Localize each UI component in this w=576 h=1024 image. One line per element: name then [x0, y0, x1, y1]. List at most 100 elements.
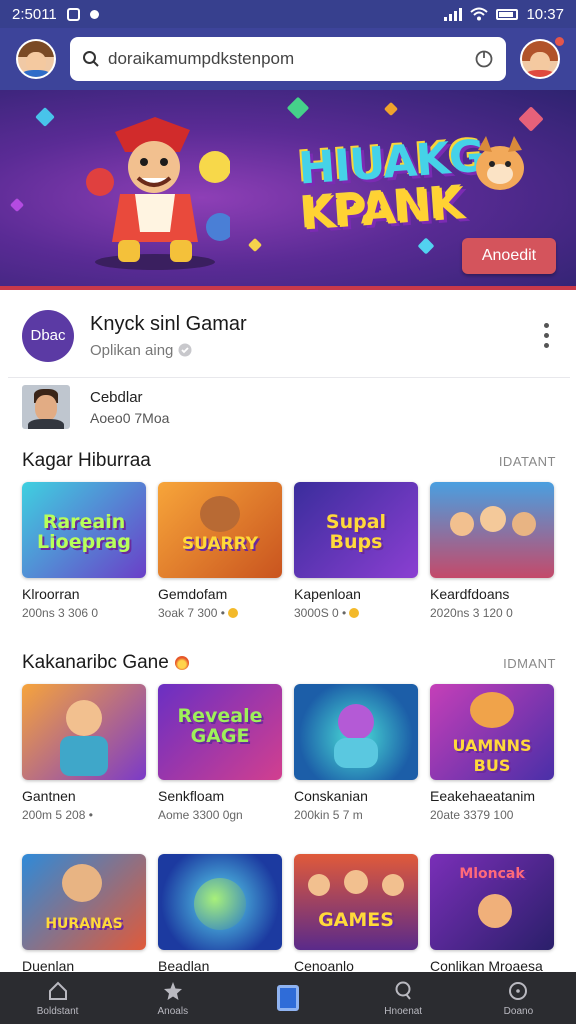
gem-decoration [9, 197, 25, 213]
nav-item-nearby[interactable]: Hnoenat [346, 972, 461, 1024]
game-name: Gantnen [22, 788, 76, 804]
game-meta: 3000S 0 • [294, 606, 418, 620]
game-tile[interactable]: Supal Bups Kapenloan 3000S 0 • [294, 482, 418, 620]
status-time: 2:5011 [12, 5, 57, 23]
game-name: Gemdofam [158, 586, 228, 602]
developer-row[interactable]: Cebdlar Aoeo0 7Moa [22, 384, 542, 430]
section-see-all-link[interactable]: IDMANT [503, 656, 556, 671]
game-thumbnail: GAMES [294, 854, 418, 950]
wifi-icon [470, 7, 489, 21]
game-tile[interactable]: Mloncak Conlikan Mroaesa [430, 854, 554, 974]
nav-item-awards[interactable]: Anoals [115, 972, 230, 1024]
search-bar[interactable]: doraikamumpdkstenpom [70, 37, 506, 81]
power-icon[interactable] [474, 49, 494, 69]
game-info-card[interactable]: Dbac Knyck sinl Gamar Oplikan aing [8, 294, 570, 378]
game-meta: 200kin 5 7 m [294, 808, 363, 822]
profile-avatar-wrap[interactable] [520, 37, 564, 79]
game-thumbnail: HURANAS [22, 854, 146, 950]
game-tile[interactable]: Keardfdoans 2020ns 3 120 0 [430, 482, 554, 620]
verified-icon [178, 343, 192, 357]
game-meta: 200ns 3 306 0 [22, 606, 99, 620]
bottom-navigation: Boldstant Anoals Hnoenat Doano [0, 972, 576, 1024]
game-thumbnail [294, 684, 418, 780]
game-thumbnail: Mloncak [430, 854, 554, 950]
developer-subtitle: Aoeo0 7Moa [90, 409, 170, 426]
square-icon [276, 985, 299, 1011]
notification-icon [66, 7, 80, 21]
hero-character-art [86, 117, 230, 270]
game-name: Senkfloam [158, 788, 225, 804]
section-header: Kagar Hiburraa IDATANT [22, 450, 556, 472]
status-clock: 10:37 [526, 5, 564, 23]
game-meta: 3oak 7 300 • [158, 606, 282, 620]
game-title: Knyck sinl Gamar [90, 312, 247, 335]
coin-icon [227, 608, 238, 618]
game-tile[interactable]: Gantnen 200m 5 208 • [22, 684, 146, 822]
game-grid: Gantnen 200m 5 208 • Reveale GAGE Senkfl… [22, 684, 556, 822]
game-tile[interactable]: UAMNNS BUS Eeakehaeatanim 20ate 3379 100 [430, 684, 554, 822]
game-name: Keardfdoans [430, 586, 510, 602]
game-tile[interactable]: SUARRY Gemdofam 3oak 7 300 • [158, 482, 282, 620]
game-subtitle: Oplikan aing [90, 342, 520, 359]
pin-icon [395, 981, 411, 1000]
battery-icon [496, 8, 519, 20]
game-tile[interactable]: Reveale GAGE Senkfloam Aome 3300 0gn [158, 684, 282, 822]
dog-mascot-art [476, 136, 524, 190]
user-avatar[interactable] [16, 39, 56, 79]
section-see-all-link[interactable]: IDATANT [499, 454, 556, 469]
game-meta: Aome 3300 0gn [158, 808, 243, 822]
banner-title: HIUAKG KPANK [296, 130, 486, 241]
featured-banner[interactable]: HIUAKG KPANK Anoedit [0, 90, 576, 290]
game-grid: Rareain Lioeprag Klroorran 200ns 3 306 0… [22, 482, 556, 620]
game-tile[interactable]: Rareain Lioeprag Klroorran 200ns 3 306 0 [22, 482, 146, 620]
gem-decoration [286, 96, 310, 120]
developer-name: Cebdlar [90, 388, 143, 406]
search-input[interactable]: doraikamumpdkstenpom [108, 49, 466, 69]
game-grid: HURANAS Duenlan Beadlan GAMES Cenoanlo M… [22, 854, 556, 974]
star-icon [163, 981, 182, 1000]
game-thumbnail [158, 854, 282, 950]
gem-decoration [383, 101, 399, 117]
home-icon [48, 981, 67, 1000]
game-name: Conskanian [294, 788, 368, 804]
game-tile[interactable]: HURANAS Duenlan [22, 854, 146, 974]
clock-icon [509, 981, 528, 1000]
signal-icon [444, 7, 463, 21]
game-meta: 20ate 3379 100 [430, 808, 514, 822]
gem-decoration [518, 106, 544, 132]
game-meta: 2020ns 3 120 0 [430, 606, 513, 620]
game-thumbnail: Rareain Lioeprag [22, 482, 146, 578]
game-thumbnail: SUARRY [158, 482, 282, 578]
gem-decoration [247, 237, 263, 253]
game-tile[interactable]: Beadlan [158, 854, 282, 974]
search-icon [83, 51, 99, 67]
notification-badge [555, 37, 564, 46]
game-thumbnail [430, 482, 554, 578]
nav-item-home[interactable]: Boldstant [0, 972, 115, 1024]
sync-icon [89, 9, 99, 19]
status-bar: 2:5011 10:37 [0, 0, 576, 28]
nav-item-center[interactable] [230, 972, 345, 1024]
game-meta: 200m 5 208 • [22, 808, 93, 822]
gem-decoration [417, 237, 435, 255]
section-header: Kakanaribc Gane IDMANT [22, 652, 556, 674]
profile-avatar[interactable] [520, 39, 560, 79]
game-name: Kapenloan [294, 586, 361, 602]
game-tile[interactable]: GAMES Cenoanlo [294, 854, 418, 974]
section-title: Kagar Hiburraa [22, 450, 151, 471]
section-title: Kakanaribc Gane [22, 652, 189, 674]
app-screen: 2:5011 10:37 doraikamumpdkstenpom HIUAKG… [0, 0, 576, 1024]
coin-icon [349, 608, 360, 618]
game-name: Klroorran [22, 586, 80, 602]
developer-photo [22, 385, 70, 429]
banner-action-button[interactable]: Anoedit [462, 238, 556, 274]
top-header: doraikamumpdkstenpom [0, 28, 576, 90]
game-thumbnail: UAMNNS BUS [430, 684, 554, 780]
studio-logo: Dbac [22, 309, 74, 362]
game-thumbnail: Reveale GAGE [158, 684, 282, 780]
game-tile[interactable]: Conskanian 200kin 5 7 m [294, 684, 418, 822]
game-thumbnail [22, 684, 146, 780]
more-options-icon[interactable] [536, 318, 556, 354]
nav-item-recent[interactable]: Doano [461, 972, 576, 1024]
gem-decoration [35, 107, 55, 127]
